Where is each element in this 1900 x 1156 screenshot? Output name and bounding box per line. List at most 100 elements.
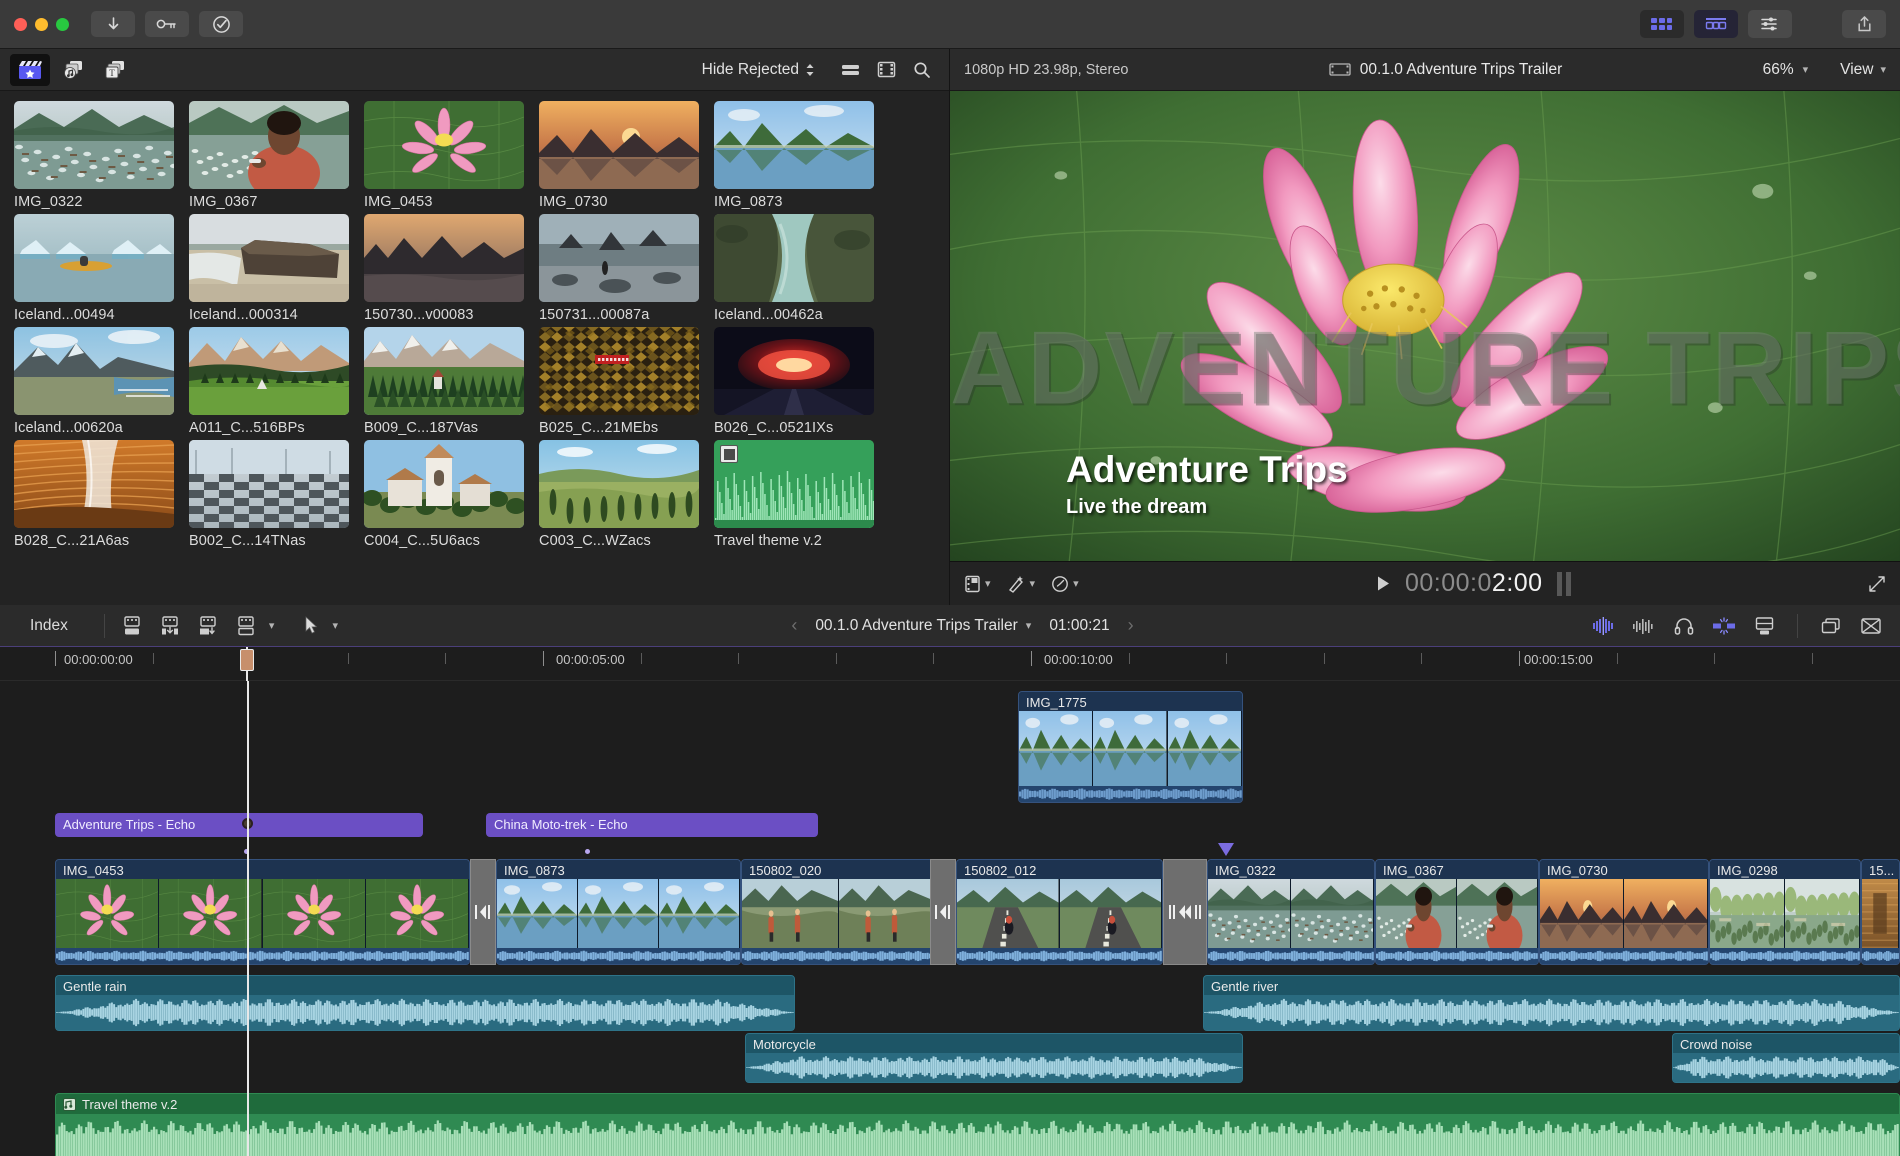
browser-clip[interactable]: IMG_0367 [189,101,364,210]
analyze-button[interactable] [199,11,243,37]
browser-clip[interactable]: IMG_0322 [14,101,189,210]
audio-waveform-button[interactable] [1627,612,1661,640]
browser-clip[interactable]: B002_C...14TNas [189,440,364,549]
chevron-down-icon[interactable]: ▾ [269,619,275,632]
overwrite-clip-button[interactable] [191,612,225,640]
minimize-window-button[interactable] [35,18,48,31]
sidebar-tab-photos-audio[interactable] [52,54,92,86]
viewer-canvas[interactable]: ADVENTURE TRIPS Adventure Trips Live the… [950,91,1900,561]
index-button[interactable]: Index [12,617,94,635]
viewer-view-menu[interactable]: View ▾ [1840,61,1886,79]
clip-thumbnail[interactable] [539,327,699,415]
viewer-timecode[interactable]: 00:00:02:00 [1405,569,1543,598]
browser-clip[interactable]: 150730...v00083 [364,214,539,323]
clip-thumbnail[interactable] [714,440,874,528]
clip-thumbnail[interactable] [364,327,524,415]
browser-clip-grid[interactable]: IMG_0322 IMG_0367 IMG_0453 [0,91,949,605]
clip-thumbnail[interactable] [14,327,174,415]
clip-marker[interactable] [1218,843,1234,856]
fullscreen-icon[interactable] [1868,575,1886,593]
clip-thumbnail[interactable] [539,101,699,189]
timeline-prev-project-button[interactable]: ‹ [791,615,797,636]
play-button[interactable] [1376,575,1391,592]
browser-clip[interactable]: B028_C...21A6as [14,440,189,549]
browser-clip[interactable]: Iceland...000314 [189,214,364,323]
list-view-button[interactable] [833,56,867,84]
filmstrip-view-button[interactable] [869,56,903,84]
keywords-button[interactable] [145,11,189,37]
browser-clip[interactable]: IMG_0730 [539,101,714,210]
append-clip-button[interactable] [153,612,187,640]
hide-rejected-filter[interactable]: Hide Rejected [702,61,815,79]
timeline-music-clip[interactable]: Travel theme v.2 [55,1093,1900,1156]
timeline-next-project-button[interactable]: › [1128,615,1134,636]
timeline-audio-clip[interactable]: Crowd noise [1672,1033,1900,1083]
timeline-audio-clip[interactable]: Gentle river [1203,975,1900,1031]
search-button[interactable] [905,56,939,84]
timeline-storyline-clip[interactable]: 15... [1861,859,1900,965]
playhead-handle[interactable] [240,649,254,671]
timeline-storyline-clip[interactable]: IMG_0367 [1375,859,1539,965]
clip-thumbnail[interactable] [189,327,349,415]
browser-clip[interactable]: Iceland...00462a [714,214,889,323]
sidebar-tab-libraries[interactable] [10,54,50,86]
clip-thumbnail[interactable] [539,214,699,302]
browser-clip[interactable]: B026_C...0521IXs [714,327,889,436]
viewer-zoom-menu[interactable]: 66% ▾ [1763,61,1809,79]
browser-toggle-button[interactable] [1640,10,1684,38]
timeline-project-menu[interactable]: 00.1.0 Adventure Trips Trailer ▾ [815,617,1031,635]
clip-thumbnail[interactable] [189,214,349,302]
browser-clip[interactable]: A011_C...516BPs [189,327,364,436]
close-window-button[interactable] [14,18,27,31]
clip-thumbnail[interactable] [714,327,874,415]
audio-meters-button[interactable] [1587,612,1621,640]
maximize-window-button[interactable] [56,18,69,31]
select-tool-button[interactable] [294,612,328,640]
sidebar-tab-titles[interactable]: T [94,54,134,86]
browser-clip[interactable]: 150731...00087a [539,214,714,323]
browser-clip[interactable]: B009_C...187Vas [364,327,539,436]
clip-thumbnail[interactable] [14,440,174,528]
timeline-title-clip[interactable]: Adventure Trips - Echo [55,813,423,837]
timeline-toggle-button[interactable] [1694,10,1738,38]
timeline-audio-clip[interactable]: Gentle rain [55,975,795,1031]
insert-clip-button[interactable] [115,612,149,640]
browser-clip[interactable]: Iceland...00494 [14,214,189,323]
timeline-transition[interactable] [930,859,956,965]
browser-clip[interactable]: IMG_0873 [714,101,889,210]
clip-thumbnail[interactable] [714,101,874,189]
browser-clip[interactable]: Iceland...00620a [14,327,189,436]
clip-trim-button[interactable] [1854,612,1888,640]
share-button[interactable] [1842,10,1886,38]
clip-thumbnail[interactable] [189,101,349,189]
timeline-storyline-clip[interactable]: IMG_0873 [496,859,741,965]
clip-thumbnail[interactable] [189,440,349,528]
clip-thumbnail[interactable] [14,101,174,189]
inspector-toggle-button[interactable] [1748,10,1792,38]
timeline-transition[interactable] [470,859,496,965]
timeline-audio-clip[interactable]: Motorcycle [745,1033,1243,1083]
import-media-button[interactable] [91,11,135,37]
clip-thumbnail[interactable] [14,214,174,302]
timeline-connected-clip[interactable]: IMG_1775 [1018,691,1243,803]
clip-thumbnail[interactable] [364,101,524,189]
timeline-storyline-clip[interactable]: IMG_0730 [1539,859,1709,965]
browser-clip[interactable]: Travel theme v.2 [714,440,889,549]
clip-thumbnail[interactable] [364,440,524,528]
connect-clip-button[interactable] [229,612,263,640]
timeline-title-clip[interactable]: China Moto-trek - Echo [486,813,818,837]
viewer-media-view-menu[interactable]: ▾ [964,575,991,593]
skimming-button[interactable] [1707,612,1741,640]
timeline-storyline-clip[interactable]: 150802_012 [956,859,1163,965]
browser-clip[interactable]: IMG_0453 [364,101,539,210]
timeline-storyline-clip[interactable]: IMG_0298 [1709,859,1861,965]
browser-clip[interactable]: B025_C...21MEbs [539,327,714,436]
timeline-canvas[interactable]: IMG_1775 Adventure Trips - Echo China Mot… [0,681,1900,1156]
timeline-transition[interactable] [1163,859,1207,965]
timeline-storyline-clip[interactable]: IMG_0322 [1207,859,1375,965]
viewer-speed-menu[interactable]: ▾ [1051,575,1079,593]
timeline-history-button[interactable] [1814,612,1848,640]
browser-clip[interactable]: C004_C...5U6acs [364,440,539,549]
viewer-effects-menu[interactable]: ▾ [1007,575,1036,593]
clip-thumbnail[interactable] [539,440,699,528]
